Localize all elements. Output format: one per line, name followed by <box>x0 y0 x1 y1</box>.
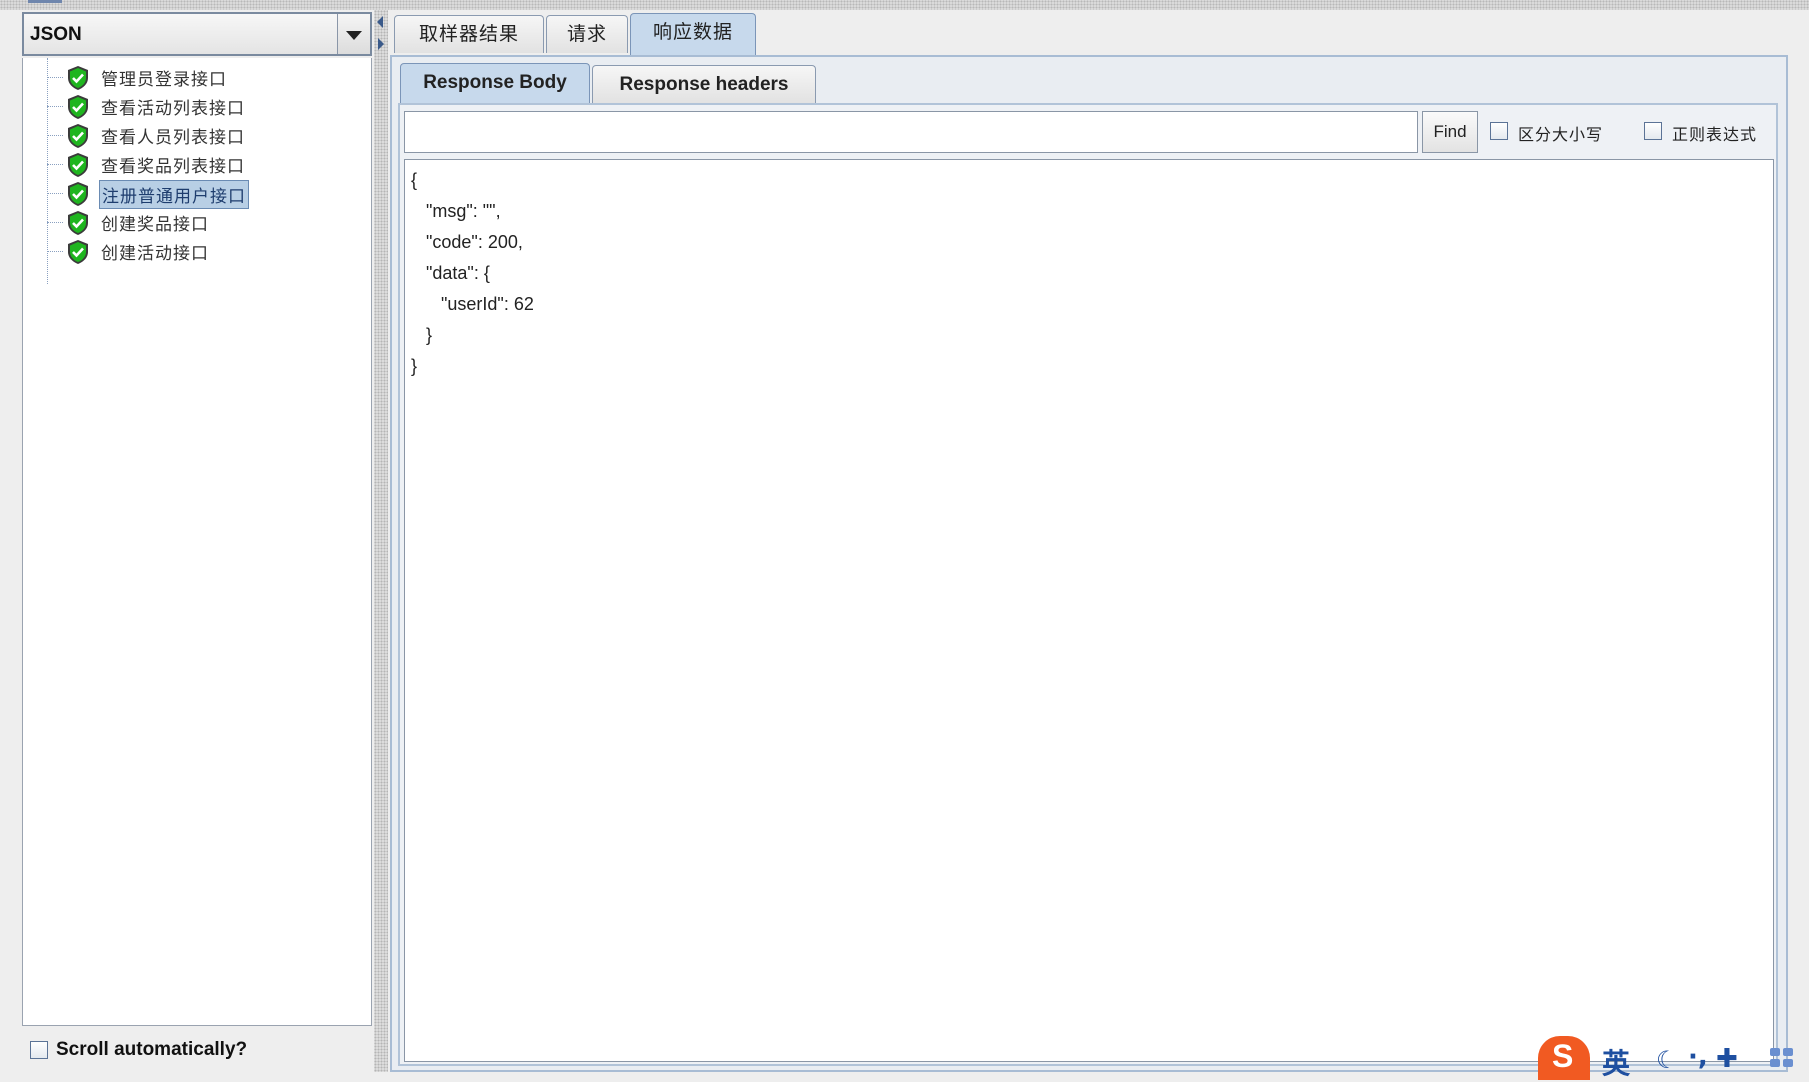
json-line: "userId": 62 <box>411 294 534 314</box>
tree-branch-line <box>47 193 63 194</box>
sampler-results-tree[interactable]: 管理员登录接口 查看活动列表接口 查看人员列表接口 查看奖品列表接口 注册普通用… <box>22 58 372 1026</box>
toolbox-grid-icon[interactable] <box>1770 1048 1796 1070</box>
json-line: "data": { <box>411 263 490 283</box>
tree-branch-line <box>47 164 63 165</box>
result-detail-panel: 取样器结果 请求 响应数据 Response Body Response hea… <box>390 10 1809 1072</box>
tree-item-label: 创建活动接口 <box>101 244 209 264</box>
tree-item-label: 查看活动列表接口 <box>101 99 245 119</box>
regex-checkbox[interactable] <box>1644 122 1662 140</box>
ime-logo-icon[interactable]: S <box>1538 1036 1590 1080</box>
tree-item[interactable]: 创建奖品接口 <box>37 207 357 237</box>
json-line: { <box>411 170 418 190</box>
tab-sampler-result[interactable]: 取样器结果 <box>394 15 544 53</box>
skin-icon[interactable]: ✚ <box>1716 1044 1738 1074</box>
tab-response-headers[interactable]: Response headers <box>592 65 816 103</box>
regex-label: 正则表达式 <box>1672 125 1758 144</box>
tree-item-label: 管理员登录接口 <box>101 70 227 90</box>
case-sensitive-option[interactable]: 区分大小写 <box>1490 121 1630 145</box>
window-top-strip <box>0 0 1809 10</box>
case-sensitive-label: 区分大小写 <box>1518 125 1604 144</box>
tree-branch-line <box>47 77 63 78</box>
tree-item[interactable]: 管理员登录接口 <box>37 62 357 92</box>
renderer-select-dropdown-button[interactable] <box>337 14 370 54</box>
punctuation-icon[interactable]: ·, <box>1688 1042 1708 1072</box>
top-corner-accent <box>28 0 62 3</box>
chevron-down-icon <box>346 31 362 40</box>
scroll-automatically-option: Scroll automatically? <box>22 1028 372 1072</box>
scroll-automatically-label: Scroll automatically? <box>56 1039 248 1060</box>
success-shield-icon <box>68 153 88 177</box>
split-pane-divider[interactable] <box>374 10 388 1072</box>
ime-logo-letter: S <box>1552 1038 1574 1074</box>
response-body-text[interactable]: { "msg": "", "code": 200, "data": { "use… <box>404 159 1774 1062</box>
json-line: "msg": "", <box>411 201 501 221</box>
tree-item[interactable]: 创建活动接口 <box>37 236 357 266</box>
success-shield-icon <box>68 240 88 264</box>
tree-item-label: 创建奖品接口 <box>101 215 209 235</box>
response-body-panel: Find 区分大小写 正则表达式 { "msg": "", "code": 20… <box>398 103 1778 1066</box>
tree-branch-line <box>47 222 63 223</box>
tree-branch-line <box>47 135 63 136</box>
results-tree-panel: JSON 管理员登录接口 查看活动列表接口 查看人员列表接口 查看奖品列表接口 … <box>22 12 374 1072</box>
success-shield-icon <box>68 66 88 90</box>
collapse-left-arrow-icon[interactable] <box>377 16 383 28</box>
tree-item[interactable]: 查看人员列表接口 <box>37 120 357 150</box>
find-button[interactable]: Find <box>1422 111 1478 153</box>
json-line: } <box>411 356 418 376</box>
success-shield-icon <box>68 95 88 119</box>
success-shield-icon <box>68 124 88 148</box>
ime-mode-toggle[interactable]: 英 <box>1602 1042 1630 1082</box>
tree-item-label: 注册普通用户接口 <box>99 180 249 209</box>
scroll-automatically-checkbox[interactable] <box>30 1041 48 1059</box>
tab-request[interactable]: 请求 <box>546 15 628 53</box>
success-shield-icon <box>68 182 88 206</box>
tree-branch-line <box>47 106 63 107</box>
tree-item-label: 查看奖品列表接口 <box>101 157 245 177</box>
tree-item[interactable]: 查看活动列表接口 <box>37 91 357 121</box>
regex-option[interactable]: 正则表达式 <box>1644 121 1774 145</box>
renderer-select[interactable]: JSON <box>22 12 372 56</box>
tree-item-selected[interactable]: 注册普通用户接口 <box>37 178 357 209</box>
search-input[interactable] <box>404 111 1418 153</box>
tree-branch-line <box>47 251 63 252</box>
response-data-panel: Response Body Response headers Find 区分大小… <box>390 55 1788 1072</box>
tree-item-label: 查看人员列表接口 <box>101 128 245 148</box>
tab-response-data[interactable]: 响应数据 <box>630 13 756 55</box>
renderer-select-value: JSON <box>30 24 82 45</box>
tab-response-body[interactable]: Response Body <box>400 63 590 103</box>
expand-right-arrow-icon[interactable] <box>378 38 384 50</box>
json-line: "code": 200, <box>411 232 523 252</box>
case-sensitive-checkbox[interactable] <box>1490 122 1508 140</box>
success-shield-icon <box>68 211 88 235</box>
ime-toolbar[interactable]: S 英 ☾ ·, ✚ <box>1538 1034 1809 1080</box>
json-line: } <box>411 325 433 345</box>
tree-item[interactable]: 查看奖品列表接口 <box>37 149 357 179</box>
moon-icon[interactable]: ☾ <box>1656 1046 1678 1074</box>
